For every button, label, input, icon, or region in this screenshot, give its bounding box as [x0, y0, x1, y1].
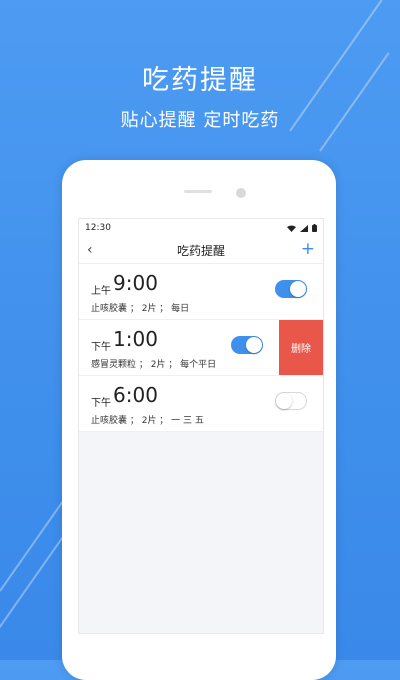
reminder-detail: 止咳胶囊 ； 2片 ； 每日: [91, 304, 190, 314]
status-indicators: [287, 224, 317, 232]
reminder-period: 上午: [91, 286, 111, 297]
phone-camera: [236, 188, 246, 198]
reminder-period: 下午: [91, 342, 111, 353]
reminder-toggle[interactable]: [275, 280, 307, 298]
hero-subtitle: 贴心提醒 定时吃药: [120, 110, 280, 131]
page-title: 吃药提醒: [176, 243, 225, 258]
status-time: 12:30: [85, 223, 111, 233]
status-bar: 12:30: [79, 219, 323, 237]
reminder-list: 上午 9:00 止咳胶囊 ； 2片 ； 每日 下午 1:00 感冒灵颗粒 ； 2…: [79, 264, 323, 432]
reminder-row[interactable]: 下午 6:00 止咳胶囊 ； 2片 ； 一 三 五: [79, 376, 323, 432]
wifi-icon: [287, 225, 296, 232]
nav-bar: ‹ 吃药提醒 +: [79, 237, 323, 264]
reminder-time: 6:00: [113, 383, 158, 407]
add-icon[interactable]: +: [301, 239, 315, 259]
delete-button[interactable]: 删除: [279, 320, 323, 375]
reminder-toggle[interactable]: [275, 392, 307, 410]
reminder-row[interactable]: 下午 1:00 感冒灵颗粒 ； 2片 ； 每个平日 删除: [79, 320, 323, 376]
reminder-detail: 感冒灵颗粒 ； 2片 ； 每个平日: [91, 360, 217, 370]
reminder-row[interactable]: 上午 9:00 止咳胶囊 ； 2片 ； 每日: [79, 264, 323, 320]
reminder-detail: 止咳胶囊 ； 2片 ； 一 三 五: [91, 416, 204, 426]
phone-speaker: [184, 190, 212, 193]
reminder-toggle[interactable]: [231, 336, 263, 354]
reminder-time: 9:00: [113, 271, 158, 295]
signal-icon: [300, 224, 308, 232]
battery-icon: [312, 224, 317, 232]
toggle-knob: [276, 393, 292, 409]
toggle-knob: [246, 337, 262, 353]
phone-frame: 12:30 ‹ 吃药提醒 + 上午 9:00 止咳胶囊 ； 2片 ； 每日 下午…: [62, 160, 336, 680]
reminder-period: 下午: [91, 398, 111, 409]
phone-screen: 12:30 ‹ 吃药提醒 + 上午 9:00 止咳胶囊 ； 2片 ； 每日 下午…: [78, 218, 324, 634]
decor-streak: [0, 525, 72, 642]
hero-title: 吃药提醒: [142, 65, 258, 96]
toggle-knob: [290, 281, 306, 297]
reminder-time: 1:00: [113, 327, 158, 351]
back-icon[interactable]: ‹: [87, 242, 93, 258]
